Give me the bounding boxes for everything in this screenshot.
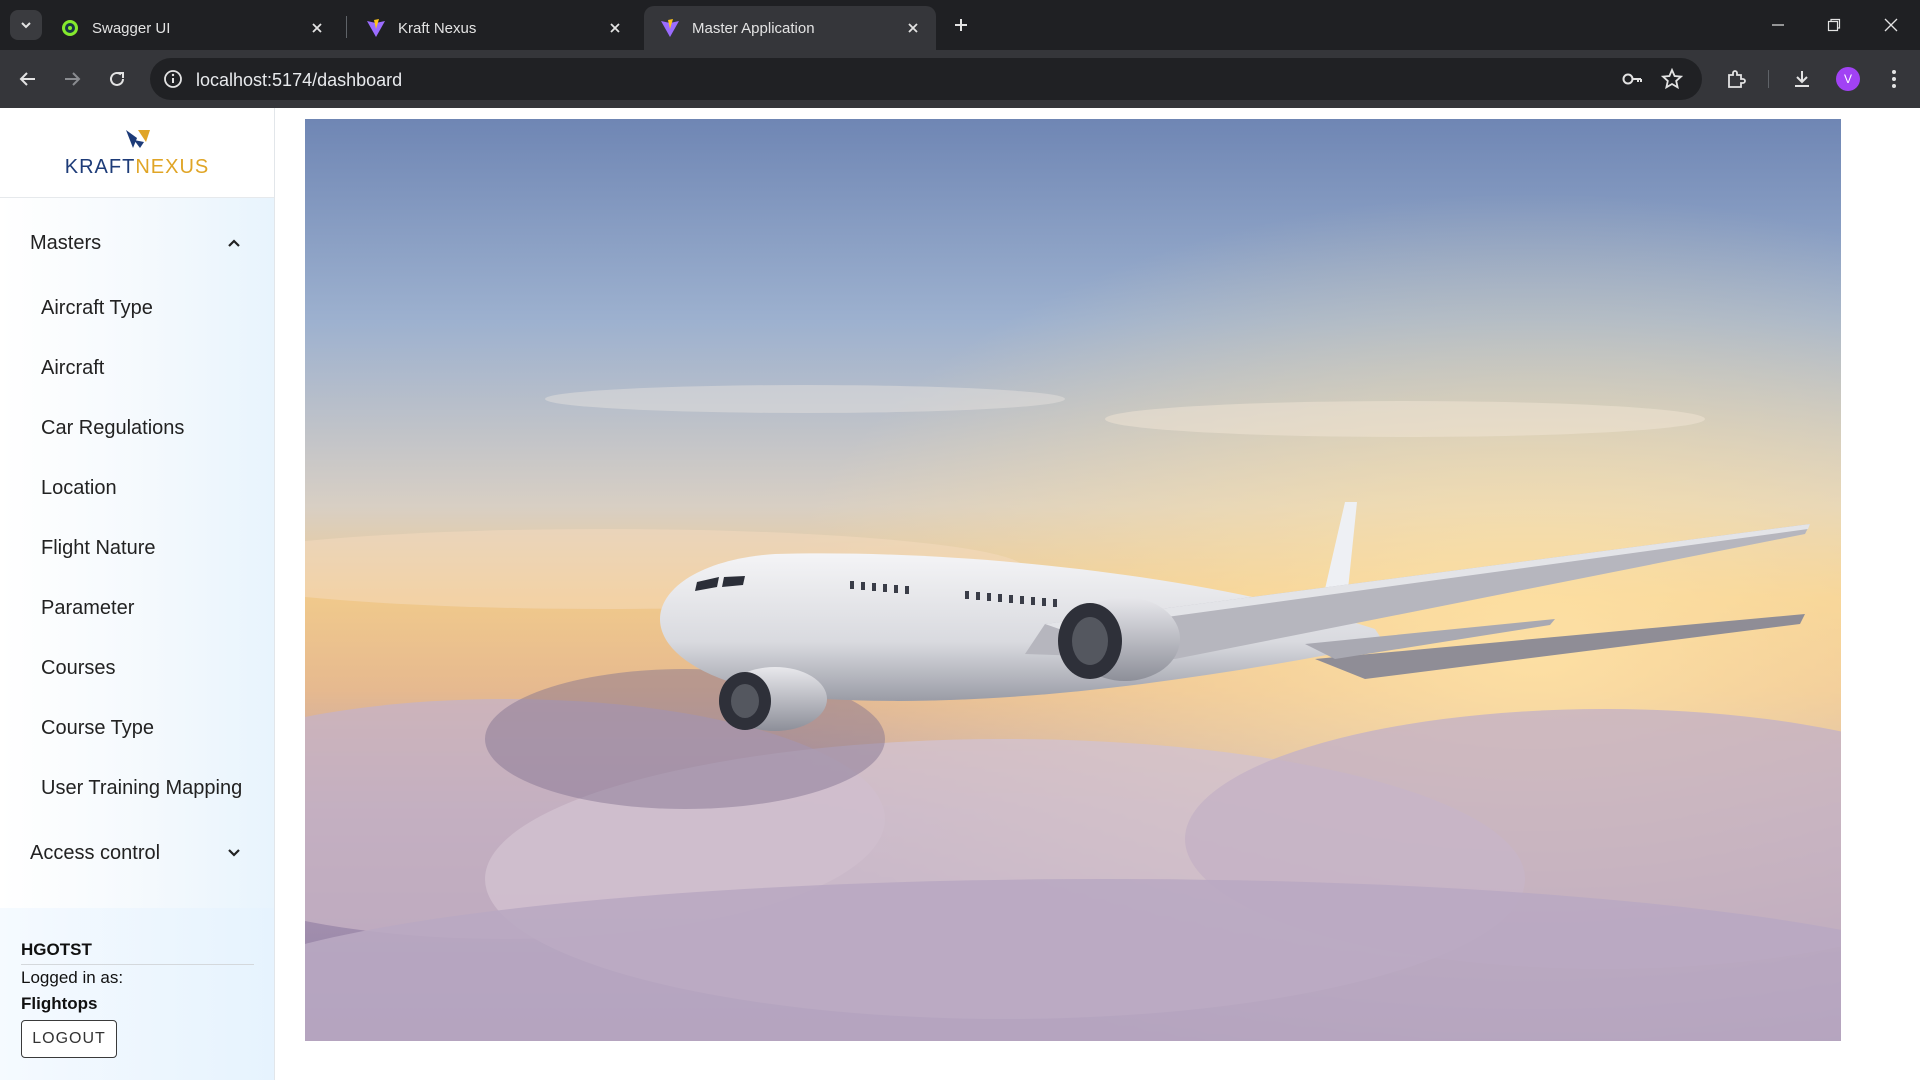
address-bar[interactable]: localhost:5174/dashboard (150, 58, 1702, 100)
divider (21, 964, 254, 965)
puzzle-icon (1728, 70, 1746, 88)
url-text: localhost:5174/dashboard (196, 70, 403, 90)
sidebar-item-location[interactable]: Location (0, 464, 274, 512)
profile-avatar[interactable]: V (1836, 67, 1860, 91)
sidebar-item-courses[interactable]: Courses (0, 644, 274, 692)
restore-button[interactable] (1814, 10, 1854, 40)
download-icon (1795, 71, 1809, 87)
minimize-button[interactable] (1758, 10, 1798, 40)
sidebar-item-course-type[interactable]: Course Type (0, 704, 274, 752)
logo[interactable]: KRAFTNEXUS (0, 108, 274, 198)
vite-icon (660, 18, 680, 38)
bookmark-star-icon[interactable] (1660, 67, 1684, 91)
extensions-button[interactable] (1720, 63, 1752, 95)
sidebar-item-aircraft-type[interactable]: Aircraft Type (0, 284, 274, 332)
browser-toolbar: localhost:5174/dashboard V (0, 50, 1920, 108)
nav-group-masters[interactable]: Masters (0, 218, 274, 268)
sidebar-item-label: Course Type (41, 716, 155, 739)
sidebar-item-label: Car Regulations (41, 416, 185, 439)
tab-title: Master Application (692, 19, 815, 37)
browser-tabstrip: Swagger UI Kraft Nexus Master Applicatio… (0, 0, 1920, 50)
reload-button[interactable] (101, 63, 133, 95)
chevron-down-icon (224, 843, 244, 863)
logo-text: KRAFTNEXUS (64, 156, 210, 178)
arrow-right-icon (65, 72, 81, 86)
close-tab-icon[interactable] (606, 19, 624, 37)
tab-separator (346, 16, 347, 38)
sidebar-item-flight-nature[interactable]: Flight Nature (0, 524, 274, 572)
tab-title: Swagger UI (92, 19, 171, 37)
nav-group-label: Masters (30, 231, 102, 254)
swagger-icon (60, 18, 80, 38)
tab-search-button[interactable] (10, 10, 42, 40)
tab-title: Kraft Nexus (398, 19, 477, 37)
tab-swagger[interactable]: Swagger UI (44, 6, 340, 50)
close-tab-icon[interactable] (308, 19, 326, 37)
kraftnexus-logo-icon (126, 130, 150, 148)
forward-button[interactable] (56, 63, 88, 95)
restore-icon (1827, 18, 1841, 32)
minimize-icon (1772, 24, 1784, 26)
browser-menu-button[interactable] (1878, 63, 1910, 95)
sidebar-item-user-training-mapping[interactable]: User Training Mapping (0, 764, 274, 812)
tab-kraft-nexus[interactable]: Kraft Nexus (350, 6, 638, 50)
sidebar-item-label: Aircraft (41, 356, 105, 379)
sidebar-item-parameter[interactable]: Parameter (0, 584, 274, 632)
sidebar-item-label: Courses (41, 656, 116, 679)
nav-group-access-control[interactable]: Access control (0, 828, 274, 878)
nav-group-label: Access control (30, 841, 161, 864)
sidebar: KRAFTNEXUS Masters Aircraft Type Aircraf… (0, 108, 275, 1080)
reload-icon (110, 71, 124, 86)
app-root: KRAFTNEXUS Masters Aircraft Type Aircraf… (0, 108, 1920, 1080)
sidebar-item-label: Location (41, 476, 117, 499)
sidebar-item-label: Flight Nature (41, 536, 156, 559)
tab-master-application[interactable]: Master Application (644, 6, 936, 50)
sidebar-item-label: Aircraft Type (41, 296, 153, 319)
close-icon (1884, 18, 1898, 32)
logged-in-label: Logged in as: (21, 968, 124, 987)
user-role: Flightops (21, 994, 98, 1013)
airplane-in-sky-image (305, 119, 1841, 1041)
password-key-icon[interactable] (1620, 67, 1644, 91)
logout-button[interactable]: LOGOUT (21, 1020, 117, 1058)
arrow-left-icon (19, 72, 35, 86)
sidebar-item-label: Parameter (41, 596, 135, 619)
site-info-icon[interactable] (162, 68, 184, 90)
downloads-button[interactable] (1786, 63, 1818, 95)
close-tab-icon[interactable] (904, 19, 922, 37)
toolbar-divider (1768, 70, 1769, 88)
new-tab-button[interactable] (948, 12, 974, 38)
back-button[interactable] (12, 63, 44, 95)
chevron-up-icon (224, 233, 244, 253)
vite-icon (366, 18, 386, 38)
organization-code: HGOTST (21, 940, 92, 959)
sidebar-item-car-regulations[interactable]: Car Regulations (0, 404, 274, 452)
dashboard-hero-image (305, 119, 1841, 1041)
sidebar-item-aircraft[interactable]: Aircraft (0, 344, 274, 392)
user-panel: HGOTST Logged in as: Flightops LOGOUT (0, 908, 274, 1080)
plus-icon (955, 19, 967, 31)
chevron-down-icon (21, 22, 31, 29)
close-window-button[interactable] (1871, 10, 1911, 40)
sidebar-item-label: User Training Mapping (41, 776, 243, 799)
more-vert-icon (1892, 70, 1896, 88)
